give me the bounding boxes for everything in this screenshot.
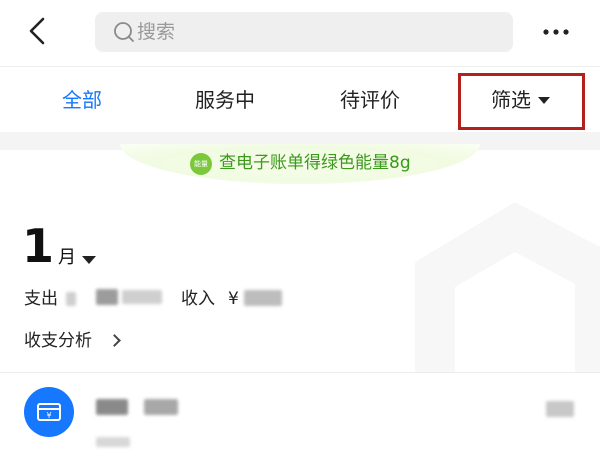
- expense-amount-redacted: [66, 292, 76, 306]
- month-selector[interactable]: 月: [58, 246, 76, 270]
- search-placeholder: 搜索: [137, 21, 176, 43]
- item-title-redacted: [96, 399, 128, 415]
- house-watermark-icon: [415, 202, 600, 372]
- top-bar: 搜索: [0, 0, 600, 64]
- item-title-redacted: [144, 399, 178, 415]
- tab-pending-review[interactable]: 待评价: [340, 85, 400, 115]
- month-caret-icon[interactable]: [82, 256, 96, 264]
- tab-in-service[interactable]: 服务中: [195, 85, 255, 115]
- search-input[interactable]: 搜索: [95, 12, 513, 52]
- energy-banner-text[interactable]: 查电子账单得绿色能量8g: [219, 151, 411, 175]
- expense-label: 支出: [24, 289, 58, 309]
- tab-all[interactable]: 全部: [62, 85, 102, 115]
- income-amount-redacted: [244, 290, 282, 306]
- card-icon: ¥: [24, 387, 74, 437]
- item-amount-redacted: [546, 401, 574, 417]
- income-label: 收入: [181, 289, 215, 309]
- more-icon[interactable]: [540, 22, 572, 42]
- search-icon: [113, 21, 135, 43]
- chevron-right-icon: [108, 334, 121, 347]
- month-number: 1: [22, 219, 55, 273]
- list-item[interactable]: ¥: [0, 373, 600, 450]
- income-expense-analysis-link[interactable]: 收支分析: [24, 329, 92, 353]
- filter-highlight-box: [458, 73, 585, 130]
- expense-amount-redacted: [96, 289, 118, 305]
- item-subtitle-redacted: [96, 437, 130, 447]
- income-currency: ¥: [228, 289, 239, 309]
- back-icon[interactable]: [22, 14, 56, 48]
- energy-badge-icon: 能量: [190, 153, 212, 175]
- card-icon-glyph: ¥: [46, 411, 51, 420]
- expense-amount-redacted: [122, 290, 162, 304]
